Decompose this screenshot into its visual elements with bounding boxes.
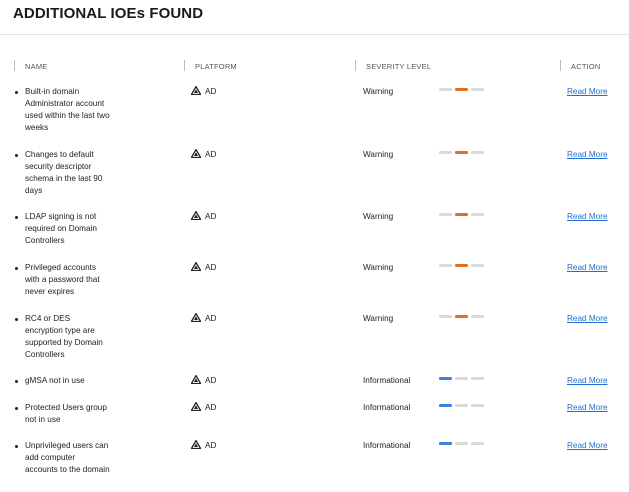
- column-header-severity-label: SEVERITY LEVEL: [366, 62, 432, 71]
- bullet: [15, 380, 18, 383]
- ioe-name: RC4 or DES encryption type are supported…: [25, 314, 103, 359]
- severity-segment-low: [439, 442, 452, 445]
- severity-segment-medium: [455, 377, 468, 380]
- severity-label: Warning: [363, 87, 394, 96]
- severity-indicator: [439, 264, 489, 267]
- bullet: [15, 318, 18, 321]
- severity-segment-high: [471, 151, 484, 154]
- read-more-link[interactable]: Read More: [567, 375, 608, 387]
- column-divider: [355, 60, 356, 71]
- ad-warning-triangle-icon: [190, 439, 202, 450]
- platform-label: AD: [205, 314, 217, 323]
- ad-warning-triangle-icon: [190, 312, 202, 323]
- platform-cell: AD: [190, 261, 217, 274]
- platform-label: AD: [205, 212, 217, 221]
- platform-label: AD: [205, 441, 217, 450]
- ad-warning-triangle-icon: [190, 374, 202, 385]
- bullet: [15, 154, 18, 157]
- column-divider: [184, 60, 185, 71]
- severity-segment-medium: [455, 315, 468, 318]
- read-more-link[interactable]: Read More: [567, 313, 608, 325]
- ioe-name: Privileged accounts with a password that…: [25, 263, 100, 296]
- platform-cell: AD: [190, 148, 217, 161]
- platform-label: AD: [205, 263, 217, 272]
- platform-cell: AD: [190, 401, 217, 414]
- platform-cell: AD: [190, 85, 217, 98]
- severity-label: Warning: [363, 212, 394, 221]
- read-more-link[interactable]: Read More: [567, 440, 608, 452]
- read-more-link[interactable]: Read More: [567, 402, 608, 414]
- ad-warning-triangle-icon: [190, 148, 202, 159]
- severity-segment-high: [471, 442, 484, 445]
- severity-segment-low: [439, 88, 452, 91]
- read-more-link[interactable]: Read More: [567, 211, 608, 223]
- ioe-name: Protected Users group not in use: [25, 403, 107, 424]
- platform-cell: AD: [190, 374, 217, 387]
- bullet: [15, 445, 18, 448]
- severity-segment-high: [471, 315, 484, 318]
- read-more-link[interactable]: Read More: [567, 262, 608, 274]
- severity-segment-high: [471, 264, 484, 267]
- severity-segment-high: [471, 213, 484, 216]
- ad-warning-triangle-icon: [190, 401, 202, 412]
- column-header-action-label: ACTION: [571, 62, 601, 71]
- ad-warning-triangle-icon: [190, 85, 202, 96]
- read-more-link[interactable]: Read More: [567, 149, 608, 161]
- bullet: [15, 91, 18, 94]
- severity-label: Warning: [363, 314, 394, 323]
- severity-segment-low: [439, 377, 452, 380]
- bullet: [15, 216, 18, 219]
- platform-label: AD: [205, 87, 217, 96]
- column-divider: [14, 60, 15, 71]
- severity-indicator: [439, 315, 489, 318]
- ad-warning-triangle-icon: [190, 261, 202, 272]
- severity-label: Warning: [363, 150, 394, 159]
- platform-cell: AD: [190, 312, 217, 325]
- severity-label: Informational: [363, 376, 411, 385]
- ioe-name: gMSA not in use: [25, 376, 85, 385]
- severity-segment-medium: [455, 264, 468, 267]
- bullet: [15, 407, 18, 410]
- platform-cell: AD: [190, 210, 217, 223]
- ioe-name: Changes to default security descriptor s…: [25, 150, 103, 195]
- severity-segment-medium: [455, 442, 468, 445]
- severity-indicator: [439, 88, 489, 91]
- severity-indicator: [439, 442, 489, 445]
- severity-segment-medium: [455, 213, 468, 216]
- platform-label: AD: [205, 150, 217, 159]
- severity-segment-medium: [455, 404, 468, 407]
- severity-segment-low: [439, 264, 452, 267]
- page-title: ADDITIONAL IOEs FOUND: [13, 5, 204, 22]
- severity-segment-low: [439, 151, 452, 154]
- severity-segment-high: [471, 88, 484, 91]
- column-header-name-label: NAME: [25, 62, 48, 71]
- severity-segment-high: [471, 404, 484, 407]
- platform-cell: AD: [190, 439, 217, 452]
- severity-indicator: [439, 213, 489, 216]
- ioe-name: Built-in domain Administrator account us…: [25, 87, 110, 132]
- severity-segment-low: [439, 404, 452, 407]
- severity-label: Informational: [363, 441, 411, 450]
- title-divider: [0, 34, 629, 35]
- ad-warning-triangle-icon: [190, 210, 202, 221]
- column-header-platform-label: PLATFORM: [195, 62, 237, 71]
- severity-label: Warning: [363, 263, 394, 272]
- platform-label: AD: [205, 403, 217, 412]
- severity-segment-medium: [455, 151, 468, 154]
- column-divider: [560, 60, 561, 71]
- severity-segment-high: [471, 377, 484, 380]
- bullet: [15, 267, 18, 270]
- severity-segment-low: [439, 315, 452, 318]
- severity-segment-low: [439, 213, 452, 216]
- read-more-link[interactable]: Read More: [567, 86, 608, 98]
- ioe-name: LDAP signing is not required on Domain C…: [25, 212, 97, 245]
- severity-label: Informational: [363, 403, 411, 412]
- ioe-name: Unprivileged users can add computer acco…: [25, 441, 110, 474]
- severity-segment-medium: [455, 88, 468, 91]
- platform-label: AD: [205, 376, 217, 385]
- severity-indicator: [439, 377, 489, 380]
- severity-indicator: [439, 404, 489, 407]
- severity-indicator: [439, 151, 489, 154]
